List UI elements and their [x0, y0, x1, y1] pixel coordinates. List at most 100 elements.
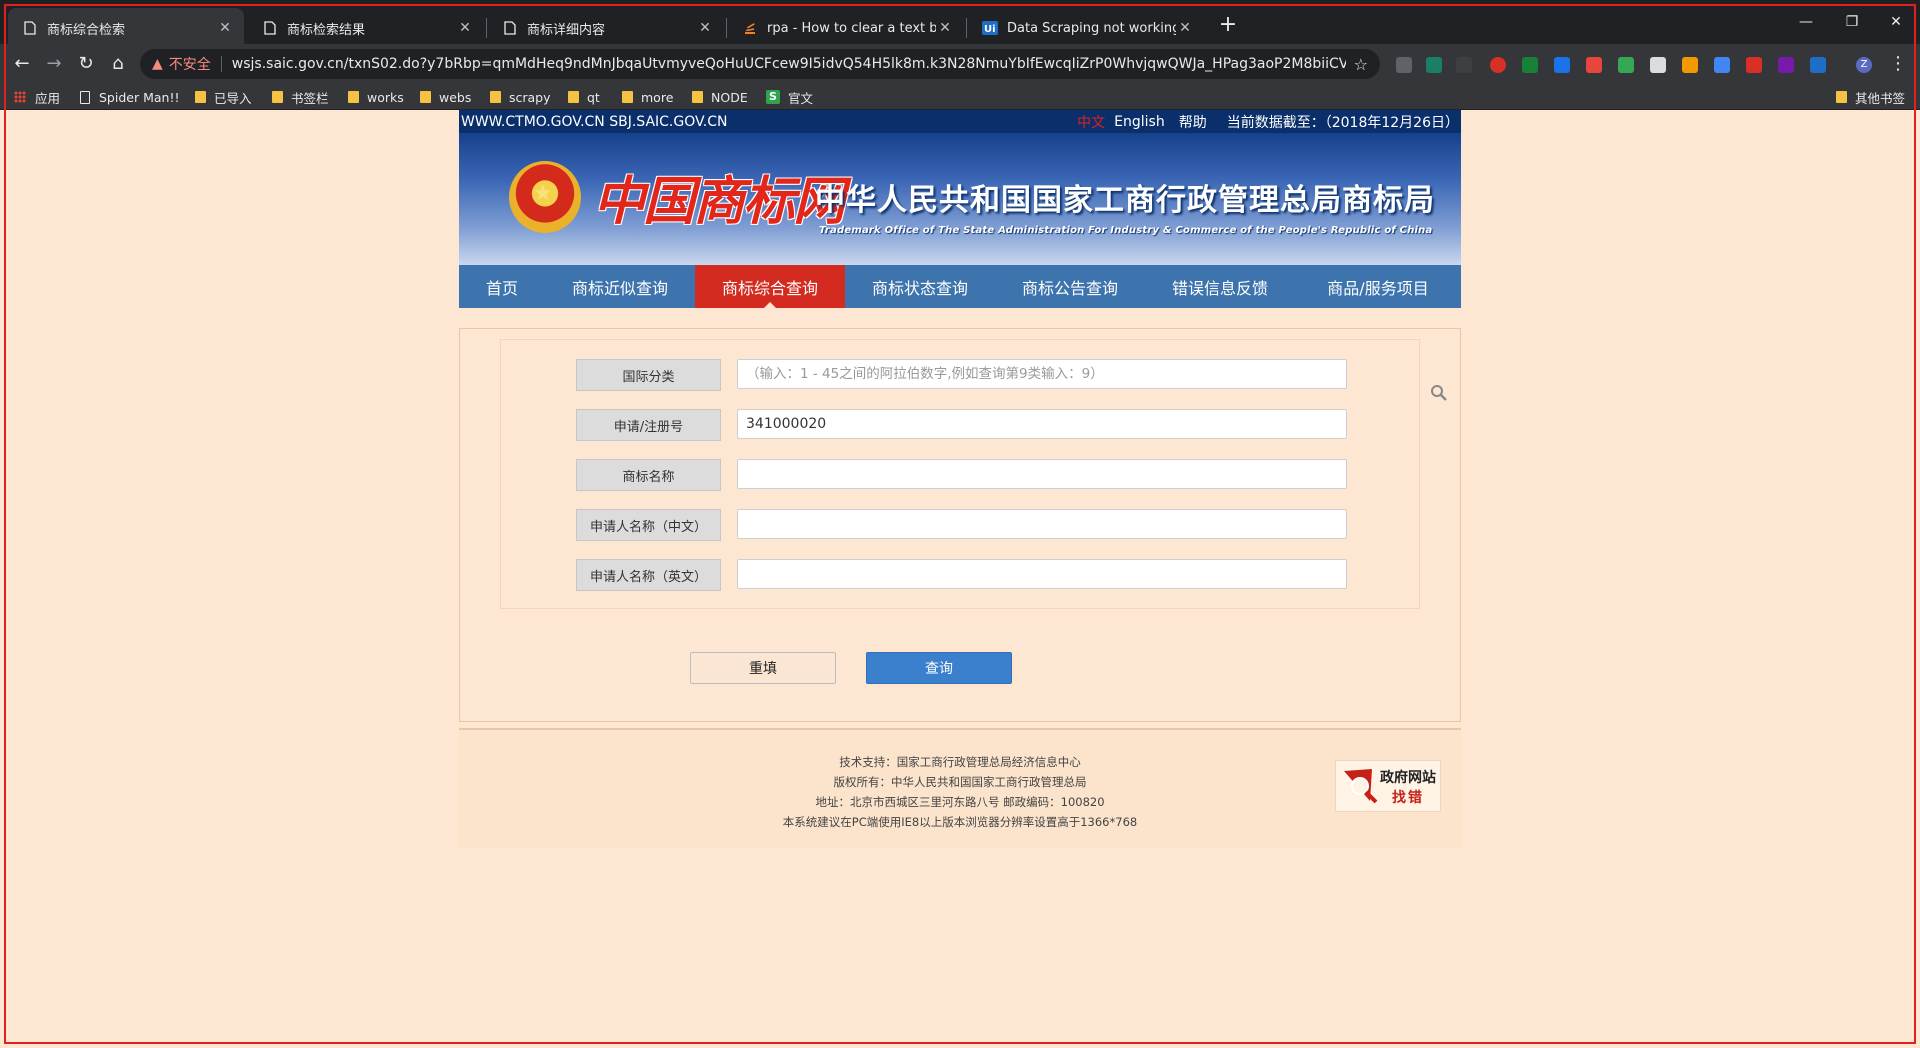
bookmark-folder[interactable]: more [622, 88, 673, 106]
org-name-english: Trademark Office of The State Administra… [819, 225, 1433, 236]
lang-chinese-link[interactable]: 中文 [1077, 112, 1105, 132]
other-bookmarks[interactable]: 其他书签 [1836, 88, 1905, 106]
folder-icon [692, 91, 703, 103]
nav-comprehensive-search[interactable]: 商标综合查询 [695, 265, 845, 308]
tab-label: rpa - How to clear a text box in [767, 20, 936, 36]
search-form: 国际分类 申请/注册号 商标名称 申请人名称（中文） 申请人名称（ [500, 339, 1447, 609]
new-tab-button[interactable]: + [1214, 12, 1242, 40]
footer-browser-note: 本系统建议在PC端使用IE8以上版本浏览器分辨率设置高于1366*768 [782, 815, 1138, 829]
nav-status-search[interactable]: 商标状态查询 [845, 265, 995, 308]
extension-icon[interactable] [1650, 57, 1666, 73]
close-icon[interactable]: ✕ [696, 20, 714, 36]
close-window-button[interactable]: ✕ [1876, 8, 1916, 36]
url-text[interactable]: wsjs.saic.gov.cn/txnS02.do?y7bRbp=qmMdHe… [232, 56, 1346, 72]
bookmark-folder[interactable]: qt [568, 88, 600, 106]
reg-number-label: 申请/注册号 [576, 409, 721, 441]
close-icon[interactable]: ✕ [456, 20, 474, 36]
uipath-extension-icon[interactable] [1810, 57, 1826, 73]
divider [220, 56, 222, 72]
footer-info: 技术支持：国家工商行政管理总局经济信息中心 版权所有：中华人民共和国国家工商行政… [459, 730, 1461, 832]
folder-icon [195, 91, 206, 103]
extension-icon[interactable] [1586, 57, 1602, 73]
extension-icon[interactable] [1618, 57, 1634, 73]
reset-button[interactable]: 重填 [690, 652, 836, 684]
close-icon[interactable]: ✕ [1176, 20, 1194, 36]
page-icon [80, 90, 90, 104]
folder-icon [272, 91, 283, 103]
folder-icon [420, 91, 431, 103]
site-topbar: WWW.CTMO.GOV.CN SBJ.SAIC.GOV.CN 中文 Engli… [459, 110, 1461, 133]
trademark-name-input[interactable] [737, 459, 1347, 489]
close-icon[interactable]: ✕ [936, 20, 954, 36]
nav-error-feedback[interactable]: 错误信息反馈 [1145, 265, 1295, 308]
extension-icon[interactable] [1396, 57, 1412, 73]
extension-icon[interactable] [1490, 57, 1506, 73]
data-date-notice: 当前数据截至：（2018年12月26日） [1226, 114, 1459, 131]
address-bar[interactable]: ▲ 不安全 wsjs.saic.gov.cn/txnS02.do?y7bRbp=… [140, 49, 1380, 79]
lang-english-link[interactable]: English [1114, 114, 1165, 130]
home-icon[interactable]: ⌂ [104, 50, 132, 78]
extension-icon[interactable] [1682, 57, 1698, 73]
form-row-intl-class: 国际分类 [576, 359, 1447, 401]
national-emblem-icon: ★ [509, 161, 581, 233]
extension-icon[interactable] [1554, 57, 1570, 73]
help-link[interactable]: 帮助 [1179, 112, 1207, 132]
tab-label: 商标综合检索 [47, 22, 126, 38]
query-button[interactable]: 查询 [866, 652, 1012, 684]
extension-icon[interactable] [1714, 57, 1730, 73]
browser-tab-2[interactable]: 商标检索结果 ✕ [248, 8, 484, 48]
apps-grid-icon [14, 91, 26, 103]
intl-class-input[interactable] [737, 359, 1347, 389]
applicant-en-label: 申请人名称（英文） [576, 559, 721, 591]
extension-icon[interactable] [1522, 57, 1538, 73]
folder-icon [348, 91, 359, 103]
restore-button[interactable]: ❐ [1832, 8, 1872, 36]
browser-toolbar: ← → ↻ ⌂ ▲ 不安全 wsjs.saic.gov.cn/txnS02.do… [0, 44, 1920, 84]
browser-tab-4[interactable]: rpa - How to clear a text box in ✕ [728, 8, 964, 48]
page-icon [262, 20, 278, 36]
bookmark-folder[interactable]: webs [420, 88, 471, 106]
back-arrow-icon[interactable]: ← [8, 50, 36, 78]
bookmark-spider-man[interactable]: Spider Man!! [80, 88, 179, 106]
bookmark-folder[interactable]: 已导入 [195, 88, 252, 106]
applicant-en-input[interactable] [737, 559, 1347, 589]
extension-icon[interactable] [1456, 57, 1472, 73]
tab-label: Data Scraping not working in t [1007, 20, 1176, 36]
folder-icon [568, 91, 579, 103]
page-viewport: WWW.CTMO.GOV.CN SBJ.SAIC.GOV.CN 中文 Engli… [0, 110, 1920, 1048]
profile-avatar[interactable]: Z [1856, 57, 1872, 73]
s-logo-icon: S [766, 90, 780, 104]
close-icon[interactable]: ✕ [216, 20, 234, 36]
nav-home[interactable]: 首页 [459, 265, 545, 308]
bookmark-star-icon[interactable]: ☆ [1354, 55, 1368, 74]
bookmark-folder[interactable]: scrapy [490, 88, 551, 106]
bookmark-folder[interactable]: 书签栏 [272, 88, 329, 106]
gov-badge-subtitle: 找错 [1392, 790, 1424, 806]
bookmark-apps[interactable]: 应用 [14, 88, 60, 106]
browser-tab-5[interactable]: Ui Data Scraping not working in t ✕ [968, 8, 1204, 48]
gov-error-report-badge[interactable]: 政府网站 找错 [1335, 760, 1441, 812]
folder-icon [622, 91, 633, 103]
menu-icon[interactable]: ⋮ [1884, 50, 1912, 78]
tab-divider [726, 18, 727, 38]
extension-icon[interactable] [1426, 57, 1442, 73]
security-label[interactable]: 不安全 [169, 54, 211, 74]
applicant-cn-input[interactable] [737, 509, 1347, 539]
minimize-button[interactable]: — [1786, 8, 1826, 36]
nav-announcement-search[interactable]: 商标公告查询 [995, 265, 1145, 308]
bookmark-folder[interactable]: works [348, 88, 404, 106]
forward-arrow-icon[interactable]: → [40, 50, 68, 78]
nav-goods-services[interactable]: 商品/服务项目 [1295, 265, 1461, 308]
svg-text:Ui: Ui [984, 24, 996, 35]
browser-tab-1[interactable]: 商标综合检索 ✕ [8, 8, 244, 48]
reload-icon[interactable]: ↻ [72, 50, 100, 78]
nav-similar-search[interactable]: 商标近似查询 [545, 265, 695, 308]
bookmark-folder[interactable]: NODE [692, 88, 748, 106]
onenote-icon[interactable] [1778, 57, 1794, 73]
reg-number-input[interactable] [737, 409, 1347, 439]
extension-icon[interactable] [1746, 57, 1762, 73]
gov-badge-title: 政府网站 [1380, 770, 1436, 786]
search-icon[interactable] [1430, 384, 1448, 402]
browser-tab-3[interactable]: 商标详细内容 ✕ [488, 8, 724, 48]
bookmark-guanwen[interactable]: S 官文 [766, 88, 813, 106]
